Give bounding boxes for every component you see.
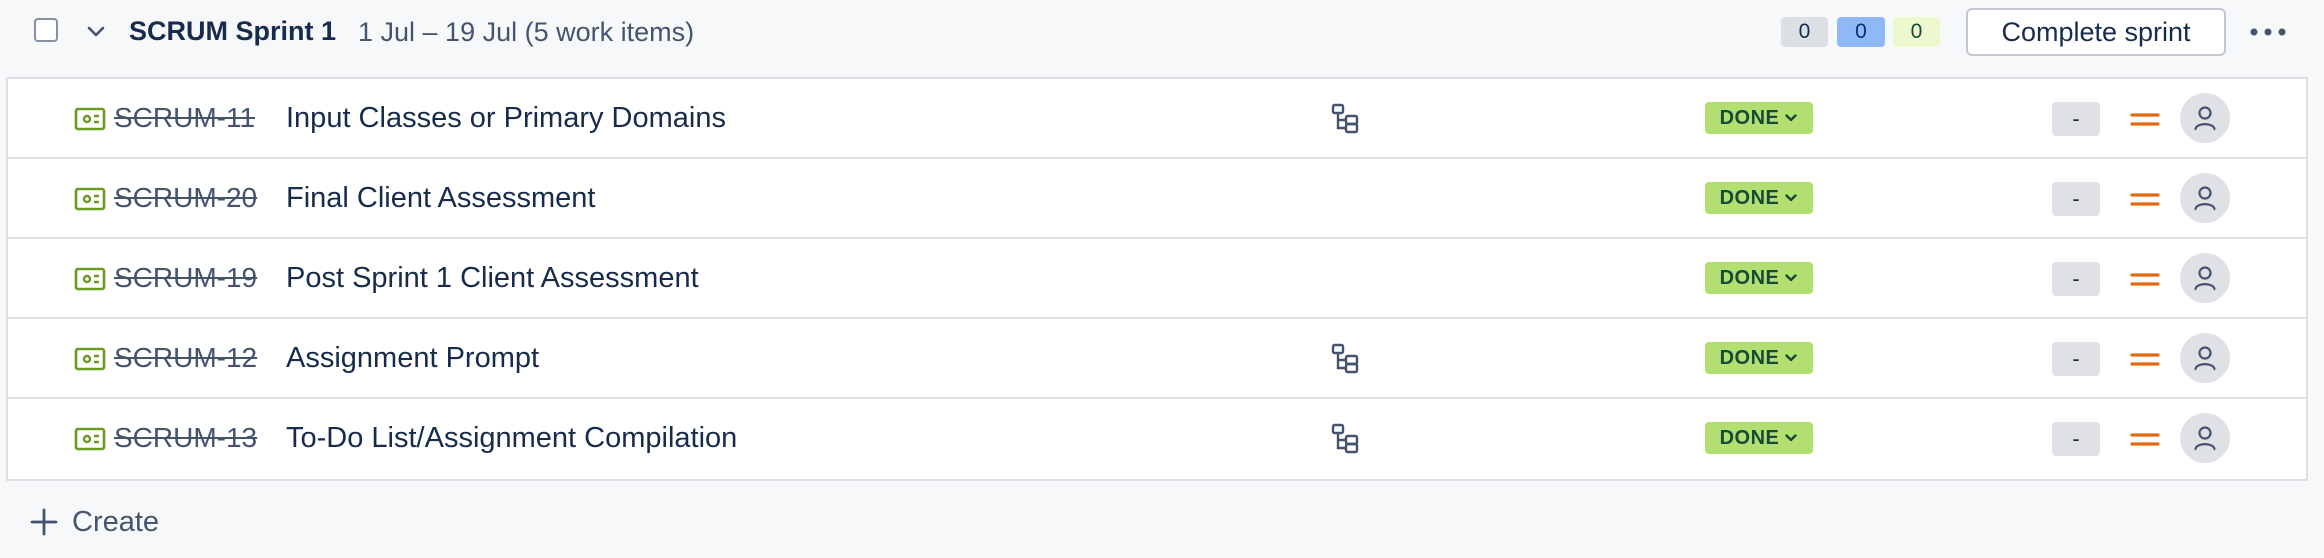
work-item-summary[interactable]: Post Sprint 1 Client Assessment bbox=[286, 262, 699, 295]
status-dropdown[interactable]: DONE bbox=[1705, 342, 1813, 374]
chevron-down-icon bbox=[1785, 274, 1798, 282]
priority-medium-icon[interactable] bbox=[2128, 105, 2162, 133]
chevron-down-icon bbox=[1785, 434, 1798, 442]
priority-medium-icon[interactable] bbox=[2128, 345, 2162, 373]
priority-medium-icon[interactable] bbox=[2128, 425, 2162, 453]
work-item-row[interactable]: SCRUM-20 Final Client Assessment DONE - bbox=[8, 159, 2306, 239]
user-icon bbox=[2194, 106, 2216, 131]
status-dropdown[interactable]: DONE bbox=[1705, 182, 1813, 214]
story-point-estimate[interactable]: - bbox=[2052, 102, 2100, 136]
story-point-estimate[interactable]: - bbox=[2052, 422, 2100, 456]
status-label: DONE bbox=[1719, 346, 1780, 369]
status-dropdown[interactable]: DONE bbox=[1705, 102, 1813, 134]
story-point-estimate[interactable]: - bbox=[2052, 182, 2100, 216]
in-progress-count-badge: 0 bbox=[1837, 17, 1885, 47]
user-icon bbox=[2194, 346, 2216, 371]
create-work-item-button[interactable]: Create bbox=[28, 500, 159, 544]
assignee-avatar[interactable] bbox=[2180, 253, 2230, 303]
work-item-key[interactable]: SCRUM-19 bbox=[114, 262, 257, 294]
child-work-items-icon[interactable] bbox=[1328, 101, 1362, 135]
chevron-down-icon bbox=[1785, 354, 1798, 362]
story-icon bbox=[74, 267, 106, 291]
sprint-work-items-list: SCRUM-11 Input Classes or Primary Domains… bbox=[6, 77, 2308, 481]
work-item-row[interactable]: SCRUM-13 To-Do List/Assignment Compilatio… bbox=[8, 399, 2306, 475]
priority-medium-icon[interactable] bbox=[2128, 185, 2162, 213]
work-item-summary[interactable]: Input Classes or Primary Domains bbox=[286, 102, 726, 135]
sprint-name: SCRUM Sprint 1 bbox=[129, 16, 337, 46]
plus-icon bbox=[30, 508, 58, 536]
story-icon bbox=[74, 427, 106, 451]
status-label: DONE bbox=[1719, 186, 1780, 209]
work-item-key[interactable]: SCRUM-11 bbox=[114, 102, 255, 134]
child-work-items-icon[interactable] bbox=[1328, 421, 1362, 455]
status-label: DONE bbox=[1719, 426, 1780, 449]
collapse-chevron-icon[interactable] bbox=[84, 20, 108, 44]
status-label: DONE bbox=[1719, 266, 1780, 289]
user-icon bbox=[2194, 266, 2216, 291]
work-item-row[interactable]: SCRUM-12 Assignment Prompt DONE - bbox=[8, 319, 2306, 399]
priority-medium-icon[interactable] bbox=[2128, 265, 2162, 293]
assignee-avatar[interactable] bbox=[2180, 413, 2230, 463]
assignee-avatar[interactable] bbox=[2180, 333, 2230, 383]
sprint-header: SCRUM Sprint 1 1 Jul – 19 Jul (5 work it… bbox=[0, 0, 2324, 66]
status-label: DONE bbox=[1719, 106, 1780, 129]
sprint-dates: 1 Jul – 19 Jul (5 work items) bbox=[358, 17, 695, 47]
chevron-down-icon bbox=[1785, 114, 1798, 122]
sprint-select-checkbox[interactable] bbox=[34, 18, 58, 42]
story-icon bbox=[74, 187, 106, 211]
create-label: Create bbox=[72, 505, 160, 538]
work-item-summary[interactable]: To-Do List/Assignment Compilation bbox=[286, 422, 737, 455]
assignee-avatar[interactable] bbox=[2180, 173, 2230, 223]
work-item-row[interactable]: SCRUM-19 Post Sprint 1 Client Assessment D… bbox=[8, 239, 2306, 319]
work-item-row[interactable]: SCRUM-11 Input Classes or Primary Domains… bbox=[8, 79, 2306, 159]
todo-count-badge: 0 bbox=[1781, 17, 1828, 47]
story-point-estimate[interactable]: - bbox=[2052, 262, 2100, 296]
user-icon bbox=[2194, 186, 2216, 211]
complete-sprint-button[interactable]: Complete sprint bbox=[1966, 8, 2226, 56]
more-actions-ellipsis-icon[interactable] bbox=[2244, 14, 2292, 50]
work-item-key[interactable]: SCRUM-12 bbox=[114, 342, 257, 374]
assignee-avatar[interactable] bbox=[2180, 93, 2230, 143]
chevron-down-icon bbox=[1785, 194, 1798, 202]
status-dropdown[interactable]: DONE bbox=[1705, 262, 1813, 294]
status-dropdown[interactable]: DONE bbox=[1705, 422, 1813, 454]
child-work-items-icon[interactable] bbox=[1328, 341, 1362, 375]
user-icon bbox=[2194, 426, 2216, 451]
done-count-badge: 0 bbox=[1893, 17, 1940, 47]
story-point-estimate[interactable]: - bbox=[2052, 342, 2100, 376]
work-item-summary[interactable]: Final Client Assessment bbox=[286, 182, 595, 215]
story-icon bbox=[74, 347, 106, 371]
work-item-key[interactable]: SCRUM-13 bbox=[114, 422, 257, 454]
story-icon bbox=[74, 107, 106, 131]
work-item-summary[interactable]: Assignment Prompt bbox=[286, 342, 539, 375]
work-item-key[interactable]: SCRUM-20 bbox=[114, 182, 257, 214]
